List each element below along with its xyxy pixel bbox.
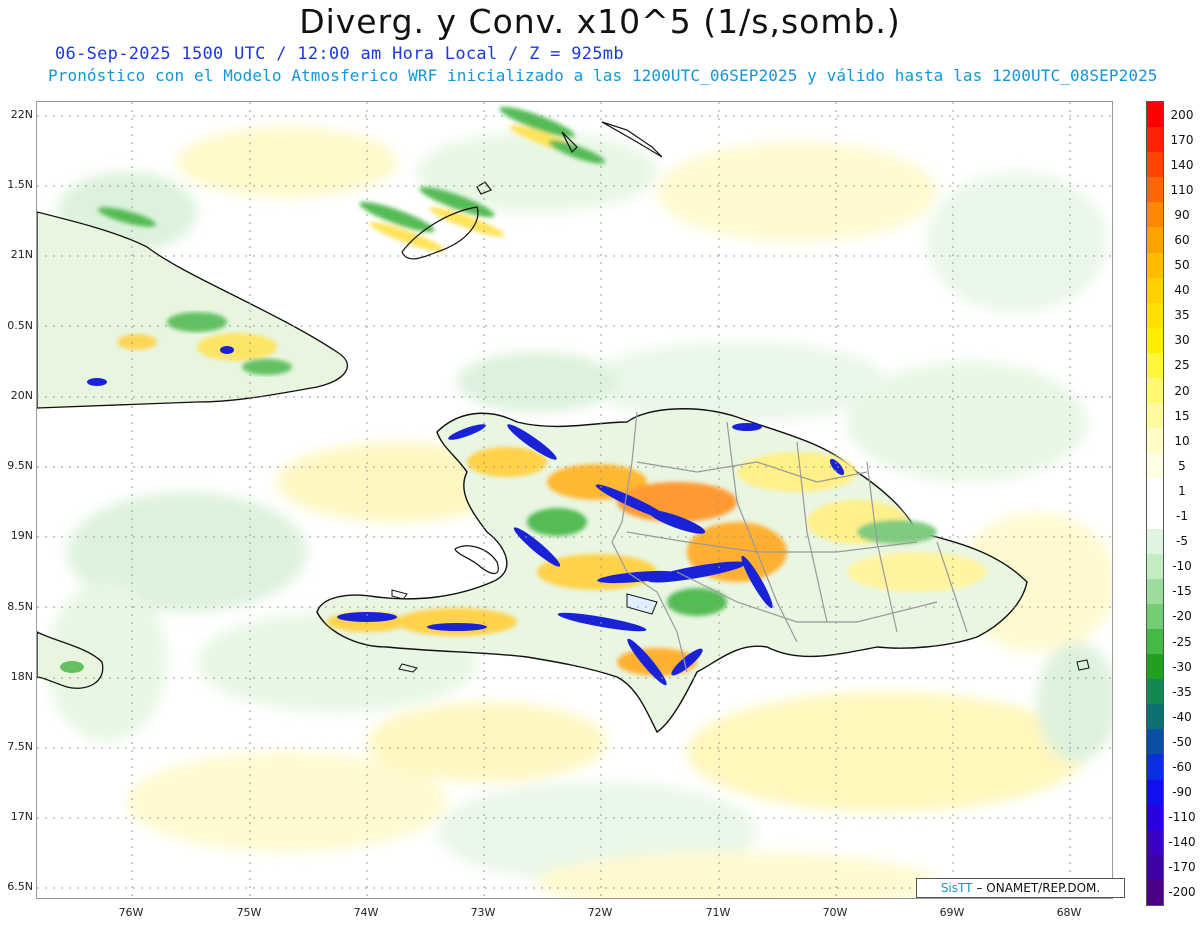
colorbar-label: 35	[1174, 308, 1190, 323]
colorbar-segment	[1147, 152, 1163, 178]
lat-label: 19N	[10, 529, 33, 542]
colorbar-segment	[1147, 202, 1163, 228]
colorbar-label: 140	[1170, 157, 1194, 172]
colorbar-label: -140	[1168, 835, 1196, 850]
colorbar-label: -200	[1168, 885, 1196, 900]
colorbar-segment	[1147, 804, 1163, 830]
colorbar-label: 30	[1174, 333, 1190, 348]
colorbar-segment	[1147, 754, 1163, 780]
credit-org: – ONAMET/REP.DOM.	[976, 881, 1101, 895]
colorbar-segment	[1147, 528, 1163, 554]
lon-label: 71W	[705, 906, 731, 919]
colorbar-label: -60	[1172, 759, 1192, 774]
colorbar-segment	[1147, 327, 1163, 353]
cuba-landmass	[37, 211, 349, 409]
lon-label: 73W	[470, 906, 496, 919]
lon-label: 68W	[1056, 906, 1082, 919]
colorbar-segment	[1147, 352, 1163, 379]
colorbar-segment	[1147, 829, 1163, 855]
colorbar-segment	[1147, 428, 1163, 454]
colorbar-label: -90	[1172, 785, 1192, 800]
colorbar-segment	[1147, 227, 1163, 253]
colorbar-segment	[1147, 628, 1163, 655]
colorbar-segment	[1147, 177, 1163, 203]
colorbar-label: 50	[1174, 258, 1190, 273]
colorbar-label: 60	[1174, 233, 1190, 248]
colorbar-label: 10	[1174, 433, 1190, 448]
colorbar-segment	[1147, 854, 1163, 880]
forecast-time-subtitle: 06-Sep-2025 1500 UTC / 12:00 am Hora Loc…	[55, 44, 624, 64]
lon-label: 72W	[587, 906, 613, 919]
colorbar-segment	[1147, 252, 1163, 278]
colorbar-label: 25	[1174, 358, 1190, 373]
colorbar-label: 200	[1170, 107, 1194, 122]
colorbar-label: -110	[1168, 810, 1196, 825]
colorbar-segment	[1147, 779, 1163, 805]
colorbar-segment	[1147, 879, 1163, 905]
lat-label: 1.5N	[7, 178, 33, 191]
colorbar-segment	[1147, 654, 1163, 680]
lat-label: 18N	[10, 670, 33, 683]
colorbar-label: 90	[1174, 207, 1190, 222]
lat-label: 20N	[10, 389, 33, 402]
colorbar-label: 110	[1170, 182, 1194, 197]
lat-label: 21N	[10, 248, 33, 261]
colorbar-label: -10	[1172, 559, 1192, 574]
colorbar-segment	[1147, 102, 1163, 128]
colorbar-label: -170	[1168, 860, 1196, 875]
colorbar	[1146, 101, 1164, 906]
colorbar-segment	[1147, 704, 1163, 730]
colorbar-segment	[1147, 127, 1163, 153]
map-panel	[36, 101, 1113, 899]
colorbar-segment	[1147, 453, 1163, 479]
colorbar-label: -30	[1172, 659, 1192, 674]
map-title: Diverg. y Conv. x10^5 (1/s,somb.)	[299, 2, 901, 41]
lon-label: 74W	[353, 906, 379, 919]
lon-label: 75W	[236, 906, 262, 919]
colorbar-label: -40	[1172, 709, 1192, 724]
colorbar-label: -35	[1172, 684, 1192, 699]
colorbar-label: -20	[1172, 609, 1192, 624]
colorbar-label: -25	[1172, 634, 1192, 649]
colorbar-label: 5	[1178, 458, 1186, 473]
colorbar-label: 40	[1174, 283, 1190, 298]
colorbar-segment	[1147, 302, 1163, 328]
colorbar-segment	[1147, 729, 1163, 755]
lat-label: 7.5N	[7, 740, 33, 753]
colorbar-segment	[1147, 578, 1163, 604]
colorbar-segment	[1147, 478, 1163, 504]
colorbar-label: 15	[1174, 408, 1190, 423]
lon-label: 76W	[118, 906, 144, 919]
lat-label: 17N	[10, 810, 33, 823]
credit-box: SisTT – ONAMET/REP.DOM.	[916, 878, 1125, 898]
colorbar-segment	[1147, 679, 1163, 705]
lon-label: 69W	[939, 906, 965, 919]
colorbar-segment	[1147, 503, 1163, 529]
colorbar-label: 20	[1174, 383, 1190, 398]
colorbar-label: -50	[1172, 734, 1192, 749]
lat-label: 0.5N	[7, 319, 33, 332]
credit-brand: SisTT	[940, 881, 973, 895]
colorbar-segment	[1147, 277, 1163, 303]
colorbar-label: 170	[1170, 132, 1194, 147]
colorbar-label: 1	[1178, 483, 1186, 498]
divergence-field-map	[37, 102, 1112, 898]
colorbar-segment	[1147, 553, 1163, 579]
lat-label: 8.5N	[7, 600, 33, 613]
lon-label: 70W	[822, 906, 848, 919]
colorbar-segment	[1147, 403, 1163, 429]
lat-label: 9.5N	[7, 459, 33, 472]
colorbar-segment	[1147, 603, 1163, 629]
model-info-subtitle: Pronóstico con el Modelo Atmosferico WRF…	[48, 66, 1158, 85]
colorbar-label: -1	[1176, 509, 1188, 524]
lat-label: 6.5N	[7, 880, 33, 893]
colorbar-label: -5	[1176, 534, 1188, 549]
colorbar-label: -15	[1172, 584, 1192, 599]
colorbar-segment	[1147, 378, 1163, 404]
lat-label: 22N	[10, 108, 33, 121]
